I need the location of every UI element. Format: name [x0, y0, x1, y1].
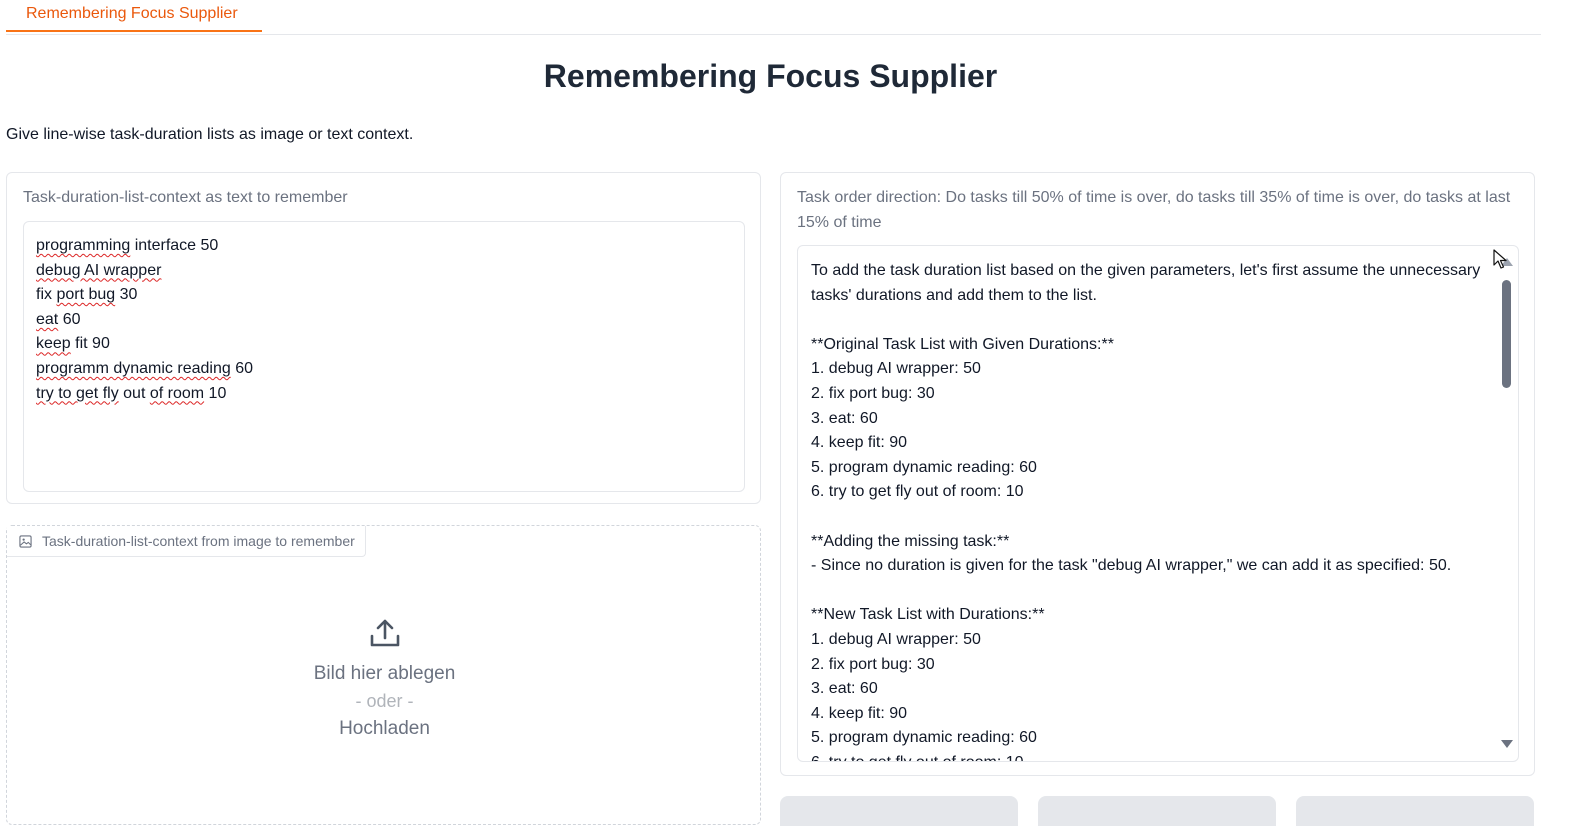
tab-bar: Remembering Focus Supplier: [6, 0, 1541, 35]
upload-icon: [370, 619, 399, 647]
output-line: **Adding the missing task:**: [811, 532, 1010, 550]
output-line: 6. try to get fly out of room: 10: [811, 483, 1024, 501]
image-upload-panel[interactable]: Task-duration-list-context from image to…: [6, 525, 761, 825]
output-panel: Task order direction: Do tasks till 50% …: [780, 172, 1535, 776]
image-input-label: Task-duration-list-context from image to…: [42, 533, 355, 549]
tab-remembering-focus-supplier[interactable]: Remembering Focus Supplier: [6, 0, 262, 32]
text-input-panel: Task-duration-list-context as text to re…: [6, 172, 761, 504]
scrollbar-thumb[interactable]: [1502, 280, 1511, 388]
output-textbox[interactable]: To add the task duration list based on t…: [797, 245, 1519, 762]
output-line: 4. keep fit: 90: [811, 704, 908, 722]
task-text-line: programming interface 50: [36, 237, 219, 254]
image-input-label-box: Task-duration-list-context from image to…: [7, 526, 366, 557]
text-input-label: Task-duration-list-context as text to re…: [23, 189, 348, 206]
output-line: - Since no duration is given for the tas…: [811, 557, 1452, 575]
task-text-line: try to get fly out of room 10: [36, 384, 227, 402]
output-line: To add the task duration list based on t…: [811, 262, 1485, 304]
page-title: Remembering Focus Supplier: [543, 58, 998, 94]
output-line: 4. keep fit: 90: [811, 434, 908, 452]
output-line: 5. program dynamic reading: 60: [811, 458, 1037, 476]
scroll-down-arrow-icon[interactable]: [1501, 740, 1513, 748]
page-description: Give line-wise task-duration lists as im…: [6, 126, 414, 143]
or-text: - oder -: [355, 691, 414, 711]
output-line: 5. program dynamic reading: 60: [811, 729, 1037, 747]
action-button-3[interactable]: [1296, 796, 1534, 826]
output-line: 2. fix port bug: 30: [811, 384, 935, 402]
task-text-input[interactable]: programming interface 50 debug AI wrapper…: [23, 221, 745, 492]
output-line: 3. eat: 60: [811, 409, 878, 427]
mouse-cursor-icon: [1493, 249, 1507, 269]
task-text-line: keep fit 90: [36, 335, 110, 353]
scrollbar[interactable]: [1501, 250, 1516, 758]
upload-dropzone[interactable]: Bild hier ablegen - oder - Hochladen: [7, 616, 762, 740]
task-text-line: programm dynamic reading 60: [36, 359, 253, 377]
output-line: **Original Task List with Given Duration…: [811, 335, 1114, 353]
task-text-line: fix port bug 30: [36, 286, 138, 304]
output-line: 1. debug AI wrapper: 50: [811, 360, 981, 378]
action-button-1[interactable]: [780, 796, 1018, 826]
output-label: Task order direction: Do tasks till 50% …: [797, 189, 1511, 231]
output-text: To add the task duration list based on t…: [811, 259, 1491, 761]
output-line: 1. debug AI wrapper: 50: [811, 630, 981, 648]
output-line: **New Task List with Durations:**: [811, 606, 1045, 624]
output-line: 2. fix port bug: 30: [811, 655, 935, 673]
task-text-line: debug AI wrapper: [36, 261, 162, 279]
output-line: 6. try to get fly out of room: 10: [811, 751, 1491, 761]
drop-text: Bild hier ablegen: [313, 663, 456, 684]
task-text-line: eat 60: [36, 310, 81, 328]
output-line: 3. eat: 60: [811, 680, 878, 698]
action-button-2[interactable]: [1038, 796, 1276, 826]
upload-text[interactable]: Hochladen: [7, 718, 762, 740]
image-icon: [19, 534, 32, 548]
